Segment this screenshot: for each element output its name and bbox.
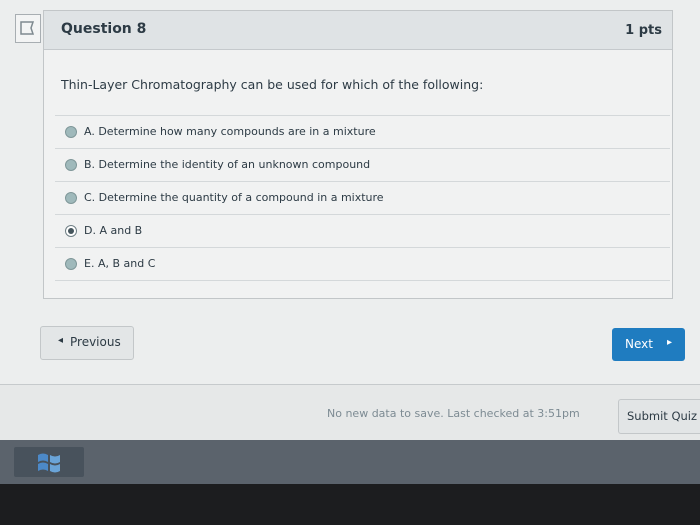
radio-button[interactable]	[65, 192, 77, 204]
start-button[interactable]	[14, 447, 84, 477]
flag-icon	[20, 21, 35, 35]
next-label: Next	[625, 337, 653, 351]
answer-option-c[interactable]: C. Determine the quantity of a compound …	[55, 181, 670, 214]
submit-label: Submit Quiz	[627, 409, 698, 423]
question-text: Thin-Layer Chromatography can be used fo…	[61, 77, 484, 92]
answer-option-a[interactable]: A. Determine how many compounds are in a…	[55, 115, 670, 148]
windows-start-icon	[38, 453, 60, 473]
radio-button[interactable]	[65, 126, 77, 138]
question-header: Question 8 1 pts	[44, 11, 672, 50]
answer-option-d[interactable]: D. A and B	[55, 214, 670, 247]
question-title: Question 8	[61, 21, 147, 37]
question-points: 1 pts	[625, 23, 662, 38]
flag-question-button[interactable]	[15, 14, 41, 43]
answer-option-b[interactable]: B. Determine the identity of an unknown …	[55, 148, 670, 181]
chevron-right-icon: ▸	[667, 337, 673, 348]
chevron-left-icon: ◂	[58, 335, 64, 346]
radio-button-selected[interactable]	[65, 225, 77, 237]
answer-option-e[interactable]: E. A, B and C	[55, 247, 670, 281]
radio-button[interactable]	[65, 159, 77, 171]
answer-label: D. A and B	[84, 224, 143, 237]
monitor-bezel	[0, 484, 700, 525]
answer-label: B. Determine the identity of an unknown …	[84, 158, 371, 171]
answer-list: A. Determine how many compounds are in a…	[55, 115, 670, 281]
quiz-footer: No new data to save. Last checked at 3:5…	[0, 384, 700, 441]
submit-quiz-button[interactable]: Submit Quiz	[618, 399, 700, 434]
next-button[interactable]: Next ▸	[612, 328, 685, 361]
answer-label: E. A, B and C	[84, 257, 156, 270]
radio-button[interactable]	[65, 258, 77, 270]
previous-button[interactable]: ◂ Previous	[40, 326, 134, 360]
previous-label: Previous	[70, 335, 121, 349]
question-panel: Question 8 1 pts Thin-Layer Chromatograp…	[43, 10, 673, 299]
quiz-screen: Question 8 1 pts Thin-Layer Chromatograp…	[0, 0, 700, 441]
taskbar	[0, 440, 700, 484]
answer-label: A. Determine how many compounds are in a…	[84, 125, 376, 138]
save-status-text: No new data to save. Last checked at 3:5…	[327, 407, 580, 420]
answer-label: C. Determine the quantity of a compound …	[84, 191, 384, 204]
